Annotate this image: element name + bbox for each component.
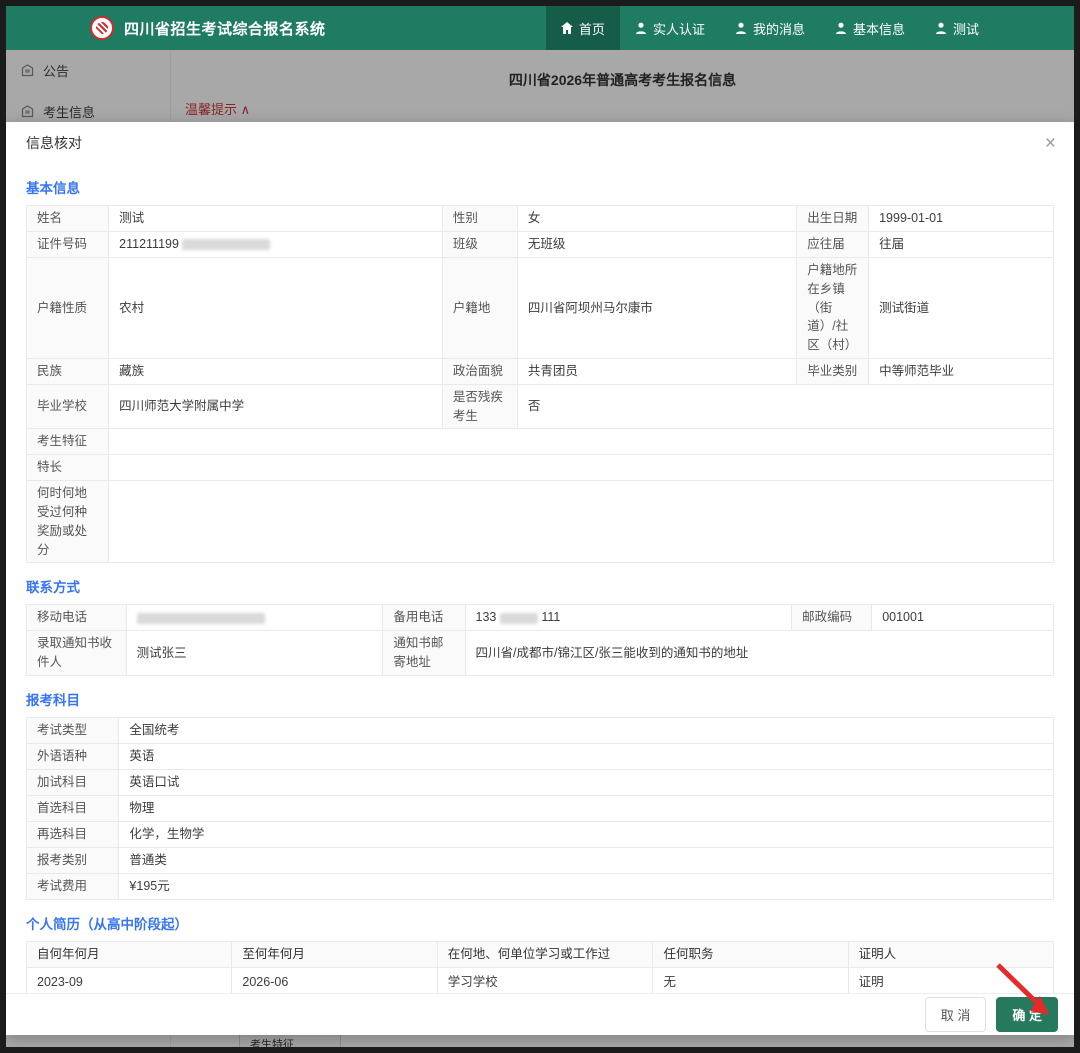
nav-item-home[interactable]: 首页 xyxy=(546,6,620,50)
user-icon xyxy=(635,22,647,34)
section-heading-resume: 个人简历（从高中阶段起） xyxy=(26,913,1054,933)
basic-info-table: 姓名测试 性别女 出生日期1999-01-01 证件号码 211211199 班… xyxy=(26,205,1054,563)
app-logo-icon xyxy=(90,16,114,40)
user-icon xyxy=(935,22,947,34)
screen: 四川省招生考试综合报名系统 首页 实人认证 我的消息 基本信息 测试 xyxy=(0,0,1080,1053)
resume-cell: 2026-06 xyxy=(242,971,401,993)
table-row: 民族藏族 政治面貌共青团员 毕业类别中等师范毕业 xyxy=(27,358,1054,384)
table-row: 首选科目物理 xyxy=(27,795,1054,821)
resume-cell: 证明 xyxy=(859,971,1018,993)
section-heading-contact: 联系方式 xyxy=(26,576,1054,596)
table-row: 外语语种英语 xyxy=(27,743,1054,769)
main-nav: 首页 实人认证 我的消息 基本信息 测试 xyxy=(546,6,994,50)
table-row: 考试类型全国统考 xyxy=(27,717,1054,743)
table-row: 2023-09 2026-06 学习学校 无 证明 xyxy=(27,967,1054,993)
table-row: 考生特征 xyxy=(27,429,1054,455)
table-header-row: 自何年何月 至何年何月 在何地、何单位学习或工作过 任何职务 证明人 xyxy=(27,941,1054,967)
table-row: 移动电话 备用电话 133 111 邮政编码 001001 xyxy=(27,605,1054,631)
redacted-backup xyxy=(500,613,538,624)
app-title: 四川省招生考试综合报名系统 xyxy=(124,18,326,39)
table-row: 加试科目英语口试 xyxy=(27,769,1054,795)
modal-body: 基本信息 姓名测试 性别女 出生日期1999-01-01 证件号码 211211… xyxy=(6,164,1074,993)
info-check-modal: 信息核对 × 基本信息 姓名测试 性别女 出生日期1999-01-01 证件号码… xyxy=(6,122,1074,1035)
cancel-button[interactable]: 取 消 xyxy=(925,997,987,1032)
table-row: 户籍性质农村 户籍地四川省阿坝州马尔康市 户籍地所在乡镇（街道）/社区（村）测试… xyxy=(27,258,1054,359)
section-heading-basic: 基本信息 xyxy=(26,177,1054,197)
nav-item-realname[interactable]: 实人认证 xyxy=(620,6,720,50)
confirm-button[interactable]: 确 定 xyxy=(996,997,1058,1032)
modal-title: 信息核对 xyxy=(26,133,82,153)
close-icon[interactable]: × xyxy=(1045,134,1056,153)
table-row: 特长 xyxy=(27,455,1054,481)
table-row: 再选科目化学，生物学 xyxy=(27,821,1054,847)
table-row: 证件号码 211211199 班级无班级 应往届往届 xyxy=(27,232,1054,258)
table-row: 毕业学校四川师范大学附属中学 是否残疾考生否 xyxy=(27,384,1054,429)
user-icon xyxy=(735,22,747,34)
brand: 四川省招生考试综合报名系统 xyxy=(90,16,326,40)
table-row: 报考类别普通类 xyxy=(27,847,1054,873)
table-row: 录取通知书收件人 测试张三 通知书邮寄地址 四川省/成都市/锦江区/张三能收到的… xyxy=(27,631,1054,676)
nav-item-basic-info[interactable]: 基本信息 xyxy=(820,6,920,50)
modal-footer: 取 消 确 定 xyxy=(6,993,1074,1035)
nav-item-messages[interactable]: 我的消息 xyxy=(720,6,820,50)
resume-cell: 无 xyxy=(663,971,813,993)
table-row: 考试费用¥195元 xyxy=(27,873,1054,899)
resume-table: 自何年何月 至何年何月 在何地、何单位学习或工作过 任何职务 证明人 2023-… xyxy=(26,941,1054,993)
modal-header: 信息核对 × xyxy=(6,122,1074,164)
section-heading-subjects: 报考科目 xyxy=(26,689,1054,709)
nav-item-test[interactable]: 测试 xyxy=(920,6,994,50)
table-row: 何时何地受过何种奖励或处分 xyxy=(27,481,1054,563)
contact-table: 移动电话 备用电话 133 111 邮政编码 001001 录取通知书收件人 测… xyxy=(26,604,1054,676)
user-icon xyxy=(835,22,847,34)
resume-cell: 2023-09 xyxy=(37,971,196,993)
home-icon xyxy=(561,22,573,34)
app-header: 四川省招生考试综合报名系统 首页 实人认证 我的消息 基本信息 测试 xyxy=(6,6,1074,50)
subjects-table: 考试类型全国统考 外语语种英语 加试科目英语口试 首选科目物理 再选科目化学，生… xyxy=(26,717,1054,900)
redacted-id xyxy=(182,239,270,250)
redacted-mobile xyxy=(137,613,265,624)
table-row: 姓名测试 性别女 出生日期1999-01-01 xyxy=(27,206,1054,232)
resume-cell: 学习学校 xyxy=(448,971,615,993)
